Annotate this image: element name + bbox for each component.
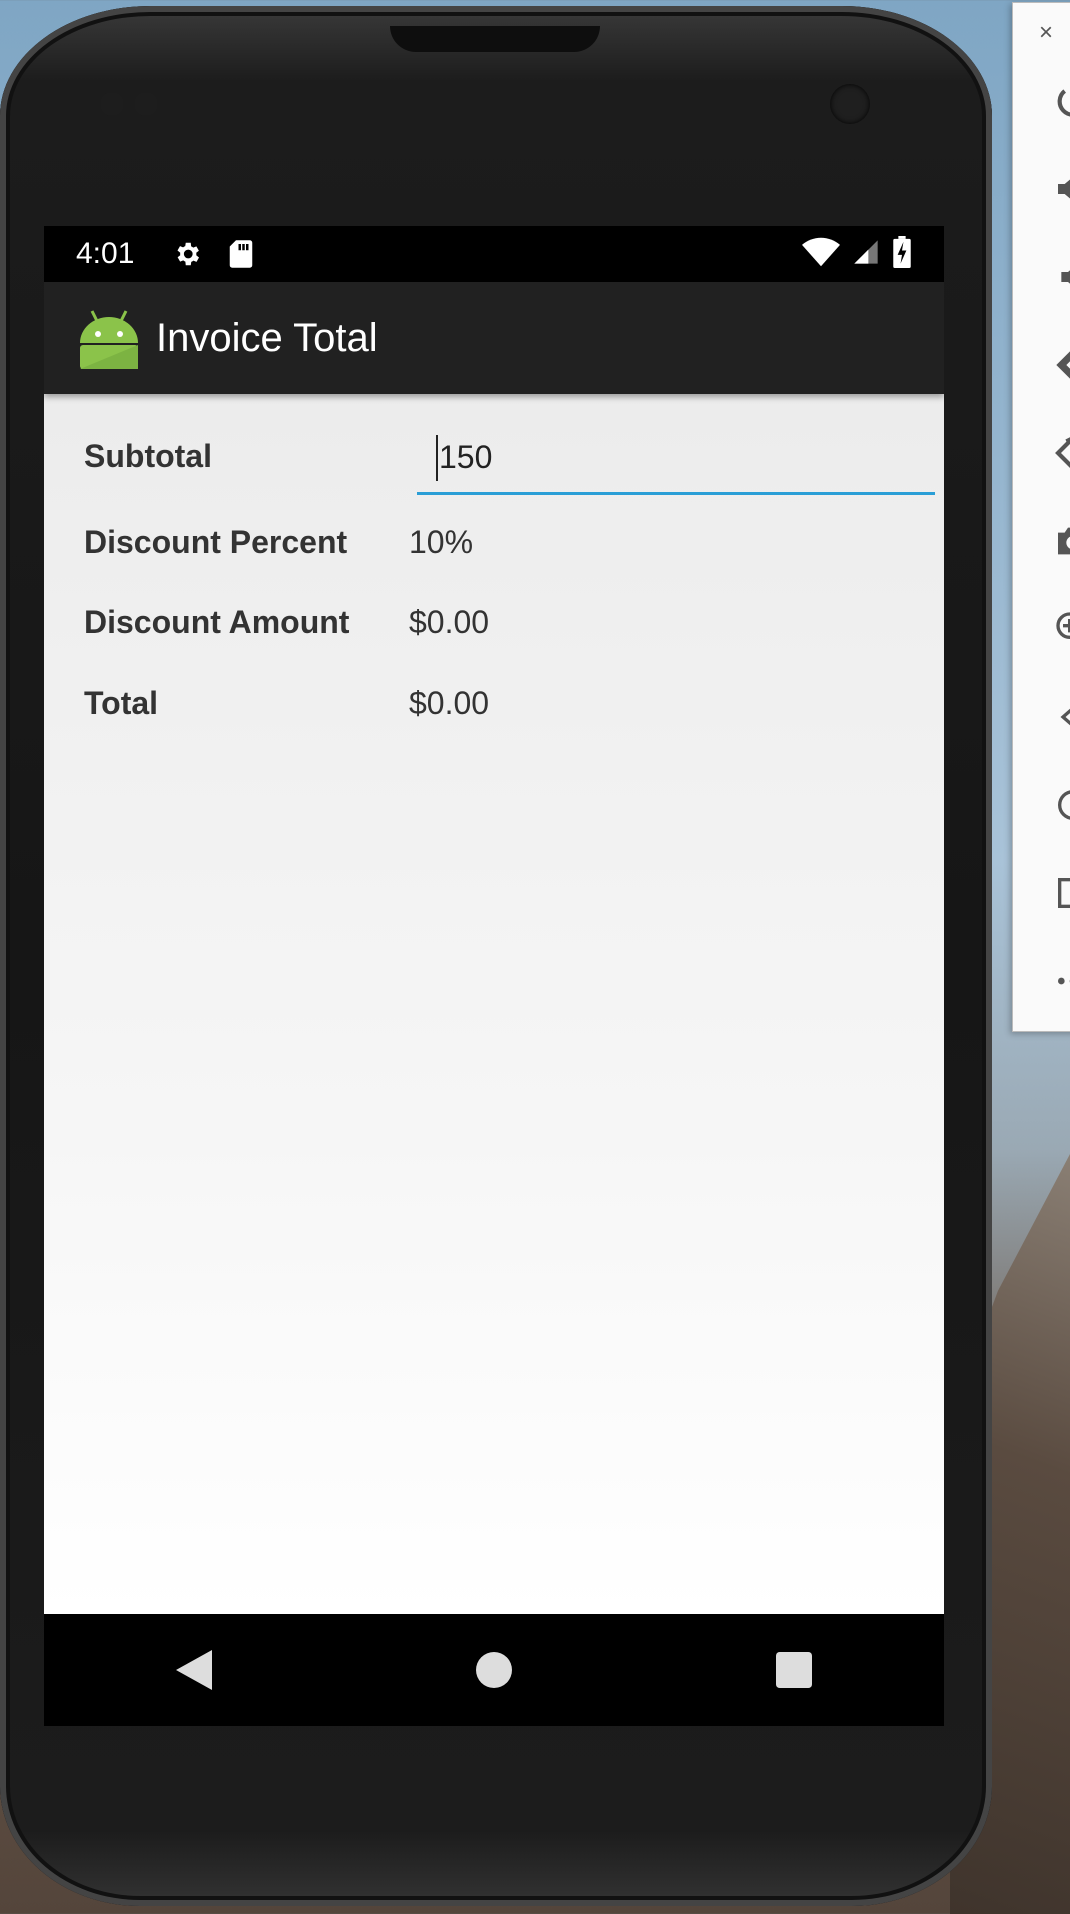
volume-up-icon[interactable] bbox=[1053, 169, 1070, 209]
phone-frame: 4:01 Invoice Total Subtotal 150 Discount… bbox=[0, 6, 992, 1906]
emulator-toolbar: × bbox=[1012, 2, 1070, 1032]
subtotal-label: Subtotal bbox=[84, 437, 212, 474]
close-icon[interactable]: × bbox=[1039, 19, 1053, 47]
discount-percent-value: 10% bbox=[409, 523, 474, 560]
subtotal-input[interactable]: 150 bbox=[417, 422, 935, 495]
discount-amount-row: Discount Amount $0.00 bbox=[84, 594, 489, 650]
overview-icon[interactable] bbox=[1053, 873, 1070, 913]
total-row: Total $0.00 bbox=[84, 675, 489, 731]
settings-icon bbox=[172, 239, 202, 269]
battery-icon bbox=[892, 235, 912, 273]
invoice-form: Subtotal 150 Discount Percent 10% Discou… bbox=[44, 394, 944, 1614]
more-icon[interactable] bbox=[1053, 961, 1070, 1001]
recents-icon[interactable] bbox=[754, 1630, 834, 1710]
camera-icon[interactable] bbox=[1053, 521, 1070, 561]
android-logo-icon bbox=[78, 307, 140, 369]
discount-percent-row: Discount Percent 10% bbox=[84, 514, 473, 570]
discount-percent-label: Discount Percent bbox=[84, 523, 348, 560]
discount-amount-label: Discount Amount bbox=[84, 603, 350, 640]
app-title: Invoice Total bbox=[156, 315, 378, 360]
signal-icon bbox=[852, 238, 880, 271]
home-icon[interactable] bbox=[454, 1630, 534, 1710]
back-icon[interactable] bbox=[154, 1630, 234, 1710]
wifi-icon bbox=[802, 237, 840, 272]
phone-camera bbox=[830, 84, 870, 124]
zoom-icon[interactable] bbox=[1053, 609, 1070, 649]
total-value: $0.00 bbox=[409, 684, 490, 721]
total-label: Total bbox=[84, 684, 159, 721]
rotate-right-icon[interactable] bbox=[1053, 433, 1070, 473]
navigation-bar bbox=[44, 1614, 944, 1726]
subtotal-row: Subtotal bbox=[84, 428, 409, 484]
sd-card-icon bbox=[228, 239, 254, 269]
home-icon[interactable] bbox=[1053, 785, 1070, 825]
volume-down-icon[interactable] bbox=[1053, 257, 1070, 297]
subtotal-input-text: 150 bbox=[436, 434, 493, 481]
phone-sensor bbox=[100, 92, 124, 116]
power-icon[interactable] bbox=[1053, 81, 1070, 121]
app-bar: Invoice Total bbox=[44, 282, 944, 394]
phone-speaker bbox=[390, 26, 600, 52]
back-icon[interactable] bbox=[1053, 697, 1070, 737]
status-bar: 4:01 bbox=[44, 226, 944, 282]
rotate-left-icon[interactable] bbox=[1053, 345, 1070, 385]
text-caret bbox=[436, 434, 438, 481]
discount-amount-value: $0.00 bbox=[409, 603, 490, 640]
subtotal-value: 150 bbox=[439, 438, 493, 475]
status-time: 4:01 bbox=[76, 237, 135, 270]
device-screen: 4:01 Invoice Total Subtotal 150 Discount… bbox=[44, 226, 944, 1726]
phone-sensor bbox=[134, 92, 158, 116]
